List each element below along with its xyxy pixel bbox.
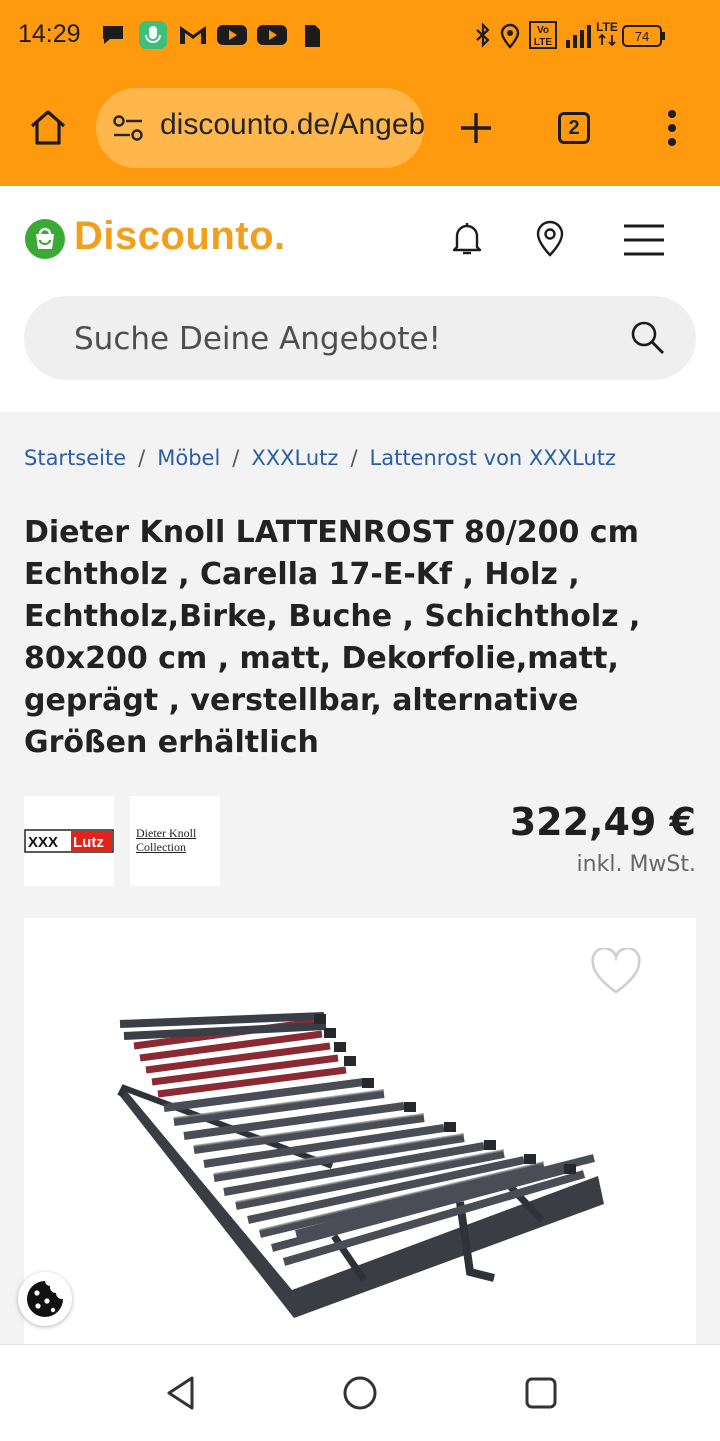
address-bar[interactable]: discounto.de/Angebote bbox=[96, 88, 424, 168]
svg-text:LTE: LTE bbox=[534, 37, 552, 48]
battery-level: 74 bbox=[635, 29, 649, 44]
tab-switcher-icon[interactable]: 2 bbox=[558, 112, 590, 144]
cookie-icon bbox=[27, 1281, 63, 1317]
browser-toolbar: discounto.de/Angebote 2 bbox=[0, 74, 720, 186]
system-navigation-bar bbox=[0, 1344, 720, 1441]
location-pin-icon[interactable] bbox=[532, 218, 568, 258]
svg-text:XXX: XXX bbox=[28, 834, 58, 851]
url-text: discounto.de/Angebote bbox=[160, 108, 424, 141]
sim-notification-icon bbox=[305, 25, 320, 47]
home-icon[interactable] bbox=[28, 108, 68, 148]
brand-logo-line2: Collection bbox=[136, 840, 186, 854]
gmail-notification-icon bbox=[180, 26, 206, 44]
site-settings-icon[interactable] bbox=[112, 114, 144, 142]
new-tab-icon[interactable] bbox=[458, 110, 494, 146]
search-bar bbox=[24, 296, 696, 380]
site-logo[interactable]: Discounto. bbox=[74, 214, 286, 259]
status-bar: 14:29 Vo LTE LTE 74 bbox=[0, 0, 720, 74]
bell-icon[interactable] bbox=[448, 220, 486, 258]
svg-text:Lutz: Lutz bbox=[73, 834, 104, 851]
product-price: 322,49 € bbox=[509, 800, 696, 844]
xxxlutz-logo: XXX Lutz bbox=[24, 829, 114, 853]
location-status-icon bbox=[500, 23, 520, 49]
recorder-notification-icon bbox=[139, 21, 167, 49]
breadcrumb-item-xxxlutz[interactable]: XXXLutz bbox=[251, 446, 338, 470]
breadcrumb-separator: / bbox=[350, 446, 358, 470]
retailer-logo[interactable]: XXX Lutz bbox=[24, 796, 114, 886]
bluetooth-icon bbox=[476, 22, 490, 48]
svg-text:Vo: Vo bbox=[537, 25, 549, 36]
volte-icon: VoLTE bbox=[529, 21, 557, 49]
back-icon[interactable] bbox=[164, 1375, 198, 1411]
recents-icon[interactable] bbox=[524, 1376, 558, 1410]
svg-text:LTE: LTE bbox=[596, 20, 618, 34]
heart-icon[interactable] bbox=[590, 948, 642, 996]
brand-logo[interactable]: Dieter Knoll Collection bbox=[130, 796, 220, 886]
breadcrumb-item-moebel[interactable]: Möbel bbox=[157, 446, 220, 470]
site-header: Discounto. bbox=[0, 186, 720, 412]
breadcrumb-separator: / bbox=[138, 446, 146, 470]
breadcrumb-item-lattenrost[interactable]: Lattenrost von XXXLutz bbox=[370, 446, 616, 470]
search-input[interactable] bbox=[72, 316, 616, 362]
youtube-notification-icon bbox=[217, 25, 247, 45]
lte-icon: LTE bbox=[596, 20, 618, 47]
brand-logo-line1: Dieter Knoll bbox=[136, 826, 197, 840]
battery-icon: 74 bbox=[622, 25, 665, 47]
cookie-settings-button[interactable] bbox=[18, 1272, 72, 1326]
product-title: Dieter Knoll LATTENROST 80/200 cm Echtho… bbox=[24, 515, 641, 760]
logo-bag-icon[interactable] bbox=[24, 218, 66, 260]
chat-notification-icon bbox=[103, 26, 123, 44]
status-time: 14:29 bbox=[18, 20, 81, 48]
breadcrumb-item-startseite[interactable]: Startseite bbox=[24, 446, 126, 470]
vat-note: inkl. MwSt. bbox=[576, 852, 696, 877]
breadcrumb: Startseite / Möbel / XXXLutz / Lattenrost von … bbox=[24, 446, 616, 470]
search-icon[interactable] bbox=[630, 320, 666, 356]
breadcrumb-separator: / bbox=[232, 446, 240, 470]
hamburger-menu-icon[interactable] bbox=[622, 222, 666, 258]
home-circle-icon[interactable] bbox=[342, 1375, 378, 1411]
overflow-menu-icon[interactable] bbox=[662, 108, 682, 148]
youtube-notification-icon-2 bbox=[257, 25, 287, 45]
signal-icon bbox=[566, 25, 591, 48]
